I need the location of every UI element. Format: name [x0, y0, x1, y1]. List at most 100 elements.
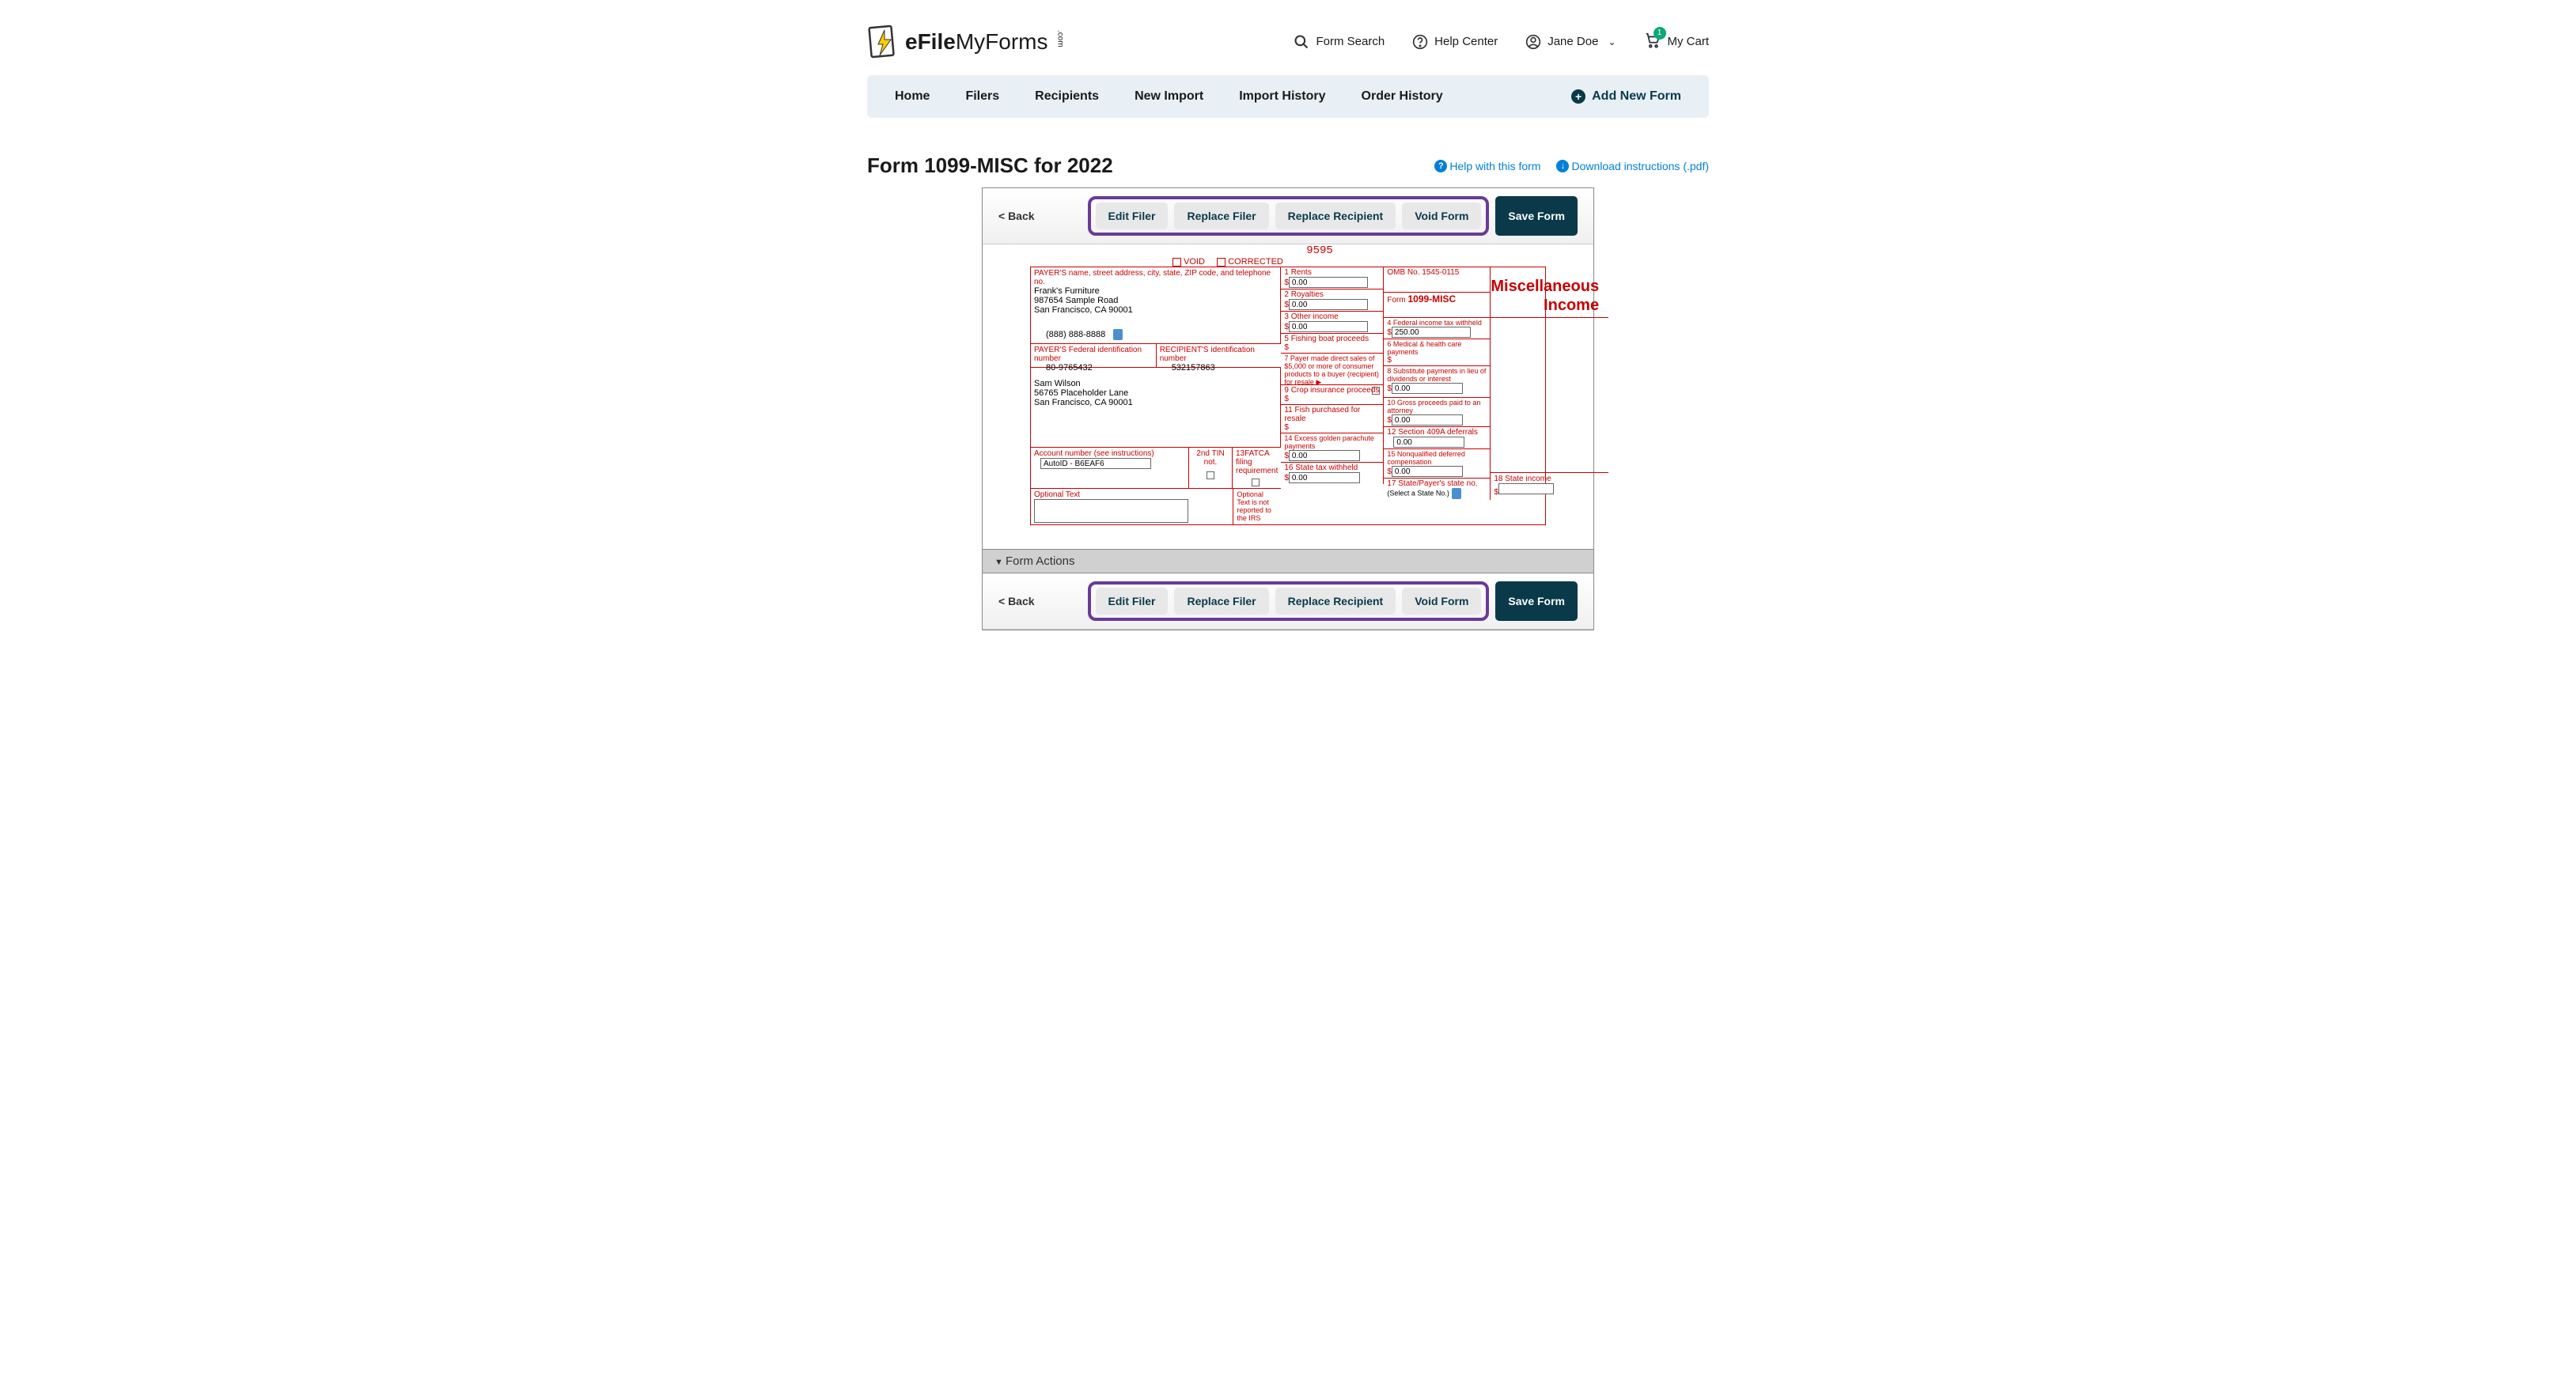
logo[interactable]: eFileMyForms .com	[867, 24, 1064, 59]
box10-label: 10 Gross proceeds paid to an attorney	[1387, 399, 1487, 414]
help-with-form-link[interactable]: ?Help with this form	[1434, 160, 1540, 172]
omb-label: OMB No. 1545-0115	[1387, 268, 1487, 277]
box16-input[interactable]: 0.00	[1289, 472, 1360, 483]
recip-tin-label: RECIPIENT'S identification number	[1160, 346, 1279, 363]
question-icon: ?	[1434, 160, 1447, 172]
tin2-label: 2nd TIN not.	[1192, 449, 1229, 467]
void-form-button[interactable]: Void Form	[1402, 202, 1481, 229]
fatca-checkbox[interactable]	[1252, 479, 1260, 486]
box8-input[interactable]: 0.00	[1392, 383, 1463, 394]
box1-input[interactable]: 0.00	[1289, 277, 1368, 288]
box2-input[interactable]: 0.00	[1289, 299, 1368, 310]
box9-label: 9 Crop insurance proceeds	[1284, 386, 1380, 395]
box4-input[interactable]: 250.00	[1392, 327, 1471, 338]
void-checkbox[interactable]	[1172, 258, 1181, 267]
help-center-link[interactable]: Help Center	[1412, 34, 1498, 50]
payer-tin-label: PAYER'S Federal identification number	[1034, 346, 1153, 363]
nav-filers[interactable]: Filers	[965, 89, 999, 104]
add-new-form-button[interactable]: + Add New Form	[1571, 89, 1681, 104]
page-title: Form 1099-MISC for 2022	[867, 153, 1113, 178]
user-menu[interactable]: Jane Doe ⌄	[1525, 34, 1616, 50]
plus-icon: +	[1571, 89, 1585, 104]
highlight-top: Edit Filer Replace Filer Replace Recipie…	[1088, 196, 1490, 236]
recip-addr: 56765 Placeholder Lane	[1034, 388, 1277, 398]
back-link-top[interactable]: < Back	[998, 210, 1035, 222]
save-form-button-bottom[interactable]: Save Form	[1495, 581, 1578, 621]
box10-input[interactable]: 0.00	[1392, 414, 1463, 426]
search-icon	[1294, 34, 1309, 50]
opt-text-input[interactable]	[1034, 499, 1188, 523]
corrected-checkbox[interactable]	[1217, 258, 1225, 267]
form-number: 9595	[1093, 244, 1546, 257]
cart-link[interactable]: 1 My Cart	[1644, 32, 1710, 52]
save-form-button-top[interactable]: Save Form	[1495, 196, 1578, 236]
download-icon: ↓	[1556, 160, 1569, 172]
edit-filer-button-bottom[interactable]: Edit Filer	[1096, 588, 1169, 615]
main-nav: Home Filers Recipients New Import Import…	[867, 75, 1709, 118]
nav-import-history[interactable]: Import History	[1239, 89, 1325, 104]
box14-label: 14 Excess golden parachute payments	[1284, 434, 1380, 450]
chevron-down-icon: ⌄	[1608, 36, 1616, 47]
help-icon	[1412, 34, 1428, 50]
payer-name: Frank's Furniture	[1034, 286, 1277, 296]
payer-label: PAYER'S name, street address, city, stat…	[1034, 269, 1277, 286]
opt-text-label: Optional Text	[1034, 490, 1080, 499]
form-actions-header[interactable]: Form Actions	[983, 549, 1593, 573]
nav-new-import[interactable]: New Import	[1135, 89, 1203, 104]
box12-label: 12 Section 409A deferrals	[1387, 428, 1487, 437]
misc-title: Miscellaneous Income	[1491, 267, 1608, 318]
edit-filer-button[interactable]: Edit Filer	[1096, 202, 1169, 229]
nav-recipients[interactable]: Recipients	[1035, 89, 1099, 104]
action-bar-top: < Back Edit Filer Replace Filer Replace …	[983, 188, 1593, 244]
box1-label: 1 Rents	[1284, 268, 1380, 277]
box3-label: 3 Other income	[1284, 312, 1380, 321]
logo-icon	[867, 24, 899, 59]
box18-label: 18 State income	[1494, 475, 1605, 483]
form-search-link[interactable]: Form Search	[1294, 34, 1385, 50]
box12-input[interactable]: 0.00	[1393, 437, 1464, 448]
void-form-button-bottom[interactable]: Void Form	[1402, 588, 1481, 615]
state-picker-icon[interactable]	[1452, 488, 1461, 499]
box2-label: 2 Royalties	[1284, 290, 1380, 299]
opt-note: Optional Text is not reported to the IRS	[1237, 490, 1278, 522]
clipboard-icon[interactable]	[1113, 329, 1123, 340]
acct-input[interactable]: AutoID - B6EAF6	[1040, 458, 1151, 469]
recip-city: San Francisco, CA 90001	[1034, 398, 1277, 407]
box11-label: 11 Fish purchased for resale	[1284, 406, 1380, 423]
box17-label: 17 State/Payer's state no.	[1387, 479, 1487, 488]
box17-input[interactable]: (Select a State No.)	[1387, 490, 1449, 498]
replace-filer-button[interactable]: Replace Filer	[1174, 202, 1268, 229]
payer-phone: (888) 888-8888	[1046, 330, 1105, 339]
highlight-bottom: Edit Filer Replace Filer Replace Recipie…	[1088, 581, 1490, 621]
cart-badge: 1	[1654, 27, 1666, 40]
payer-addr: 987654 Sample Road	[1034, 296, 1277, 305]
user-icon	[1525, 34, 1541, 50]
box15-input[interactable]: 0.00	[1392, 466, 1463, 477]
box7-label: 7 Payer made direct sales of $5,000 or m…	[1284, 354, 1380, 387]
back-link-bottom[interactable]: < Back	[998, 595, 1035, 607]
action-bar-bottom: < Back Edit Filer Replace Filer Replace …	[983, 573, 1593, 630]
replace-recipient-button[interactable]: Replace Recipient	[1275, 202, 1396, 229]
form-name: Form 1099-MISC	[1387, 293, 1487, 305]
replace-filer-button-bottom[interactable]: Replace Filer	[1174, 588, 1268, 615]
acct-label: Account number (see instructions)	[1034, 449, 1185, 458]
box14-input[interactable]: 0.00	[1289, 450, 1360, 461]
box15-label: 15 Nonqualified deferred compensation	[1387, 450, 1487, 466]
box3-input[interactable]: 0.00	[1289, 321, 1368, 332]
download-instructions-link[interactable]: ↓Download instructions (.pdf)	[1556, 160, 1709, 172]
box4-label: 4 Federal income tax withheld	[1387, 319, 1487, 327]
payer-city: San Francisco, CA 90001	[1034, 305, 1277, 315]
form-container: < Back Edit Filer Replace Filer Replace …	[982, 187, 1594, 630]
box8-label: 8 Substitute payments in lieu of dividen…	[1387, 367, 1487, 383]
nav-order-history[interactable]: Order History	[1362, 89, 1443, 104]
nav-home[interactable]: Home	[895, 89, 930, 104]
box5-label: 5 Fishing boat proceeds	[1284, 335, 1380, 343]
void-corrected-row: VOID CORRECTED	[1172, 257, 1546, 267]
replace-recipient-button-bottom[interactable]: Replace Recipient	[1275, 588, 1396, 615]
tin2-checkbox[interactable]	[1207, 471, 1214, 479]
recip-name: Sam Wilson	[1034, 379, 1277, 388]
box18-input[interactable]	[1498, 483, 1554, 494]
box6-label: 6 Medical & health care payments	[1387, 340, 1487, 356]
header: eFileMyForms .com Form Search Help Cente…	[709, 0, 1867, 75]
fatca-label: 13FATCA filing requirement	[1236, 449, 1278, 475]
